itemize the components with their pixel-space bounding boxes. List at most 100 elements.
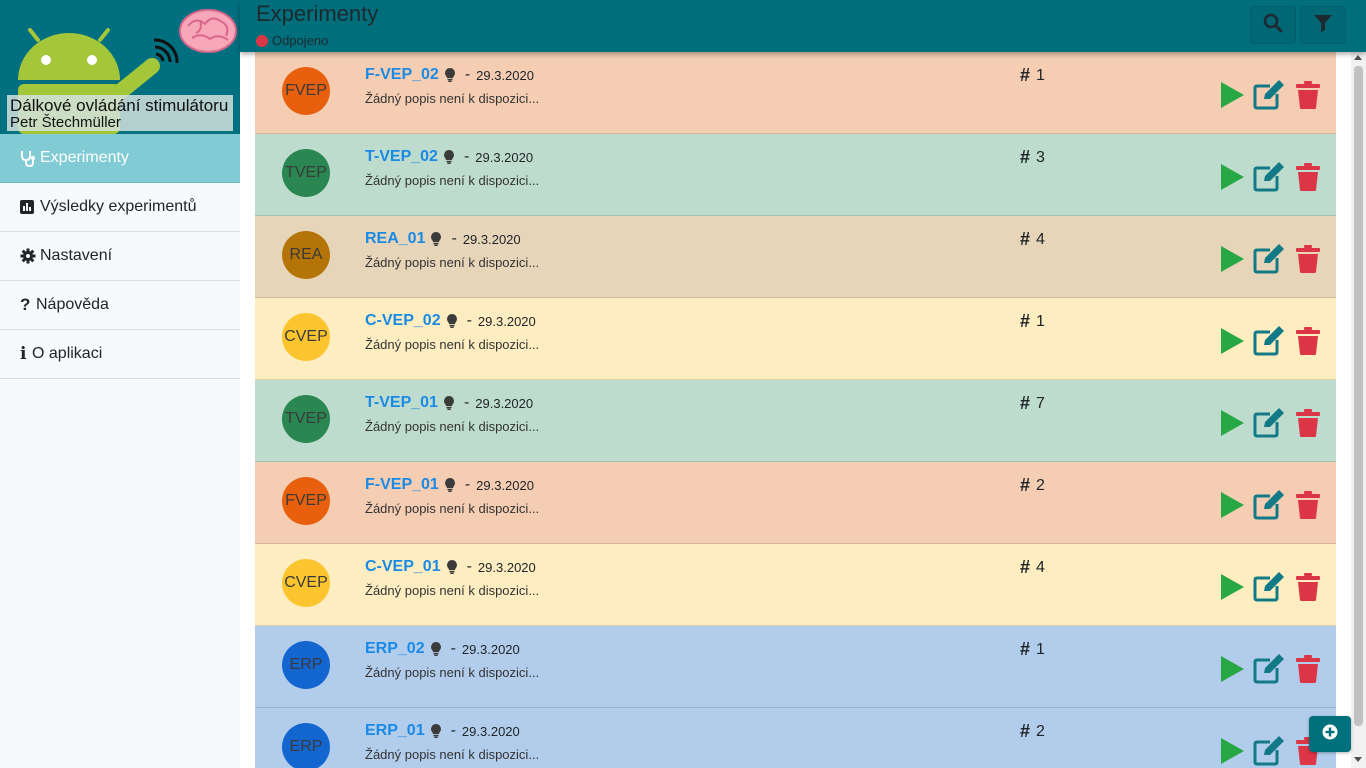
sidebar-item-label: Nápověda — [36, 296, 109, 313]
sidebar-item-about[interactable]: i O aplikaci — [0, 330, 240, 379]
experiment-row[interactable]: REA REA_01 - 29.3.2020 Žádný popis není … — [255, 216, 1336, 298]
sidebar-item-label: Výsledky experimentů — [40, 198, 197, 215]
edit-experiment-button[interactable] — [1253, 407, 1285, 443]
delete-experiment-button[interactable] — [1294, 326, 1322, 360]
run-experiment-button[interactable] — [1218, 491, 1246, 522]
scroll-thumb[interactable] — [1354, 66, 1363, 726]
hash-icon: # — [1020, 147, 1031, 167]
experiment-output-count: # 1 — [1020, 639, 1045, 660]
lightbulb-icon — [446, 314, 457, 328]
delete-experiment-button[interactable] — [1294, 244, 1322, 276]
experiment-output-count: # 2 — [1020, 721, 1045, 742]
trash-icon — [1296, 326, 1320, 360]
delete-experiment-button[interactable] — [1294, 408, 1322, 440]
experiment-date: 29.3.2020 — [461, 723, 520, 739]
experiment-name-line: F-VEP_01 - 29.3.2020 — [365, 476, 534, 494]
hash-icon: # — [1020, 557, 1031, 577]
delete-experiment-button[interactable] — [1294, 162, 1322, 194]
experiment-output-count: # 4 — [1020, 229, 1045, 250]
top-app-bar: Experimenty Odpojeno — [240, 0, 1366, 52]
experiment-row[interactable]: FVEP F-VEP_02 - 29.3.2020 Žádný popis ne… — [255, 52, 1336, 134]
sidebar-item-label: Experimenty — [40, 149, 129, 166]
run-experiment-button[interactable] — [1218, 163, 1246, 194]
edit-experiment-button[interactable] — [1253, 571, 1285, 607]
experiment-output-count: # 1 — [1020, 311, 1045, 332]
status-dot-icon — [256, 34, 268, 47]
experiment-name-line: ERP_02 - 29.3.2020 — [365, 640, 520, 658]
play-icon — [1219, 573, 1245, 606]
trash-icon — [1296, 654, 1320, 688]
name-separator: - — [466, 558, 472, 575]
experiment-name-link[interactable]: REA_01 — [365, 230, 425, 248]
run-experiment-button[interactable] — [1218, 81, 1246, 114]
experiment-row[interactable]: TVEP T-VEP_01 - 29.3.2020 Žádný popis ne… — [255, 380, 1336, 462]
experiment-count-value: 1 — [1036, 66, 1045, 84]
experiment-type-avatar: TVEP — [282, 149, 330, 197]
sidebar-item-label: O aplikaci — [32, 345, 103, 362]
experiment-row[interactable]: FVEP F-VEP_01 - 29.3.2020 Žádný popis ne… — [255, 462, 1336, 544]
filter-button[interactable] — [1300, 6, 1346, 44]
experiment-row[interactable]: CVEP C-VEP_02 - 29.3.2020 Žádný popis ne… — [255, 298, 1336, 380]
lightbulb-icon — [430, 642, 441, 656]
delete-experiment-button[interactable] — [1294, 654, 1322, 688]
experiment-name-link[interactable]: C-VEP_02 — [365, 312, 441, 330]
experiment-output-count: # 7 — [1020, 393, 1045, 414]
play-icon — [1219, 81, 1245, 114]
experiment-count-value: 3 — [1036, 148, 1045, 166]
experiment-name-link[interactable]: ERP_02 — [365, 640, 425, 658]
play-icon — [1219, 245, 1245, 278]
add-experiment-button[interactable] — [1309, 716, 1351, 752]
experiment-description: Žádný popis není k dispozici... — [365, 173, 540, 188]
experiment-description: Žádný popis není k dispozici... — [365, 255, 540, 270]
edit-experiment-button[interactable] — [1253, 243, 1284, 276]
sidebar-item-results[interactable]: Výsledky experimentů — [0, 183, 240, 232]
experiment-type-label: REA — [289, 246, 323, 263]
lightbulb-icon — [444, 68, 455, 82]
sidebar-header-caption: Dálkové ovládání stimulátoru Petr Štechm… — [7, 95, 233, 131]
trash-icon — [1296, 572, 1320, 606]
edit-experiment-button[interactable] — [1253, 735, 1284, 768]
search-button[interactable] — [1250, 6, 1296, 44]
sidebar-item-experiments[interactable]: Experimenty — [0, 134, 240, 183]
run-experiment-button[interactable] — [1218, 327, 1246, 358]
scrollbar[interactable] — [1351, 52, 1366, 768]
experiment-row[interactable]: TVEP T-VEP_02 - 29.3.2020 Žádný popis ne… — [255, 134, 1336, 216]
trash-icon — [1296, 490, 1320, 524]
run-experiment-button[interactable] — [1218, 655, 1246, 686]
experiment-name-link[interactable]: ERP_01 — [365, 722, 425, 740]
experiment-row[interactable]: ERP ERP_01 - 29.3.2020 Žádný popis není … — [255, 708, 1336, 768]
delete-experiment-button[interactable] — [1294, 490, 1322, 524]
delete-experiment-button[interactable] — [1294, 80, 1322, 112]
sidebar-item-help[interactable]: ? Nápověda — [0, 281, 240, 330]
experiment-name-link[interactable]: F-VEP_02 — [365, 66, 439, 84]
sidebar-item-settings[interactable]: Nastavení — [0, 232, 240, 281]
experiment-name-link[interactable]: C-VEP_01 — [365, 558, 441, 576]
experiment-description: Žádný popis není k dispozici... — [365, 337, 540, 352]
app-title: Dálkové ovládání stimulátoru — [10, 96, 229, 115]
plus-circle-icon — [1322, 724, 1338, 745]
experiment-row[interactable]: CVEP C-VEP_01 - 29.3.2020 Žádný popis ne… — [255, 544, 1336, 626]
experiment-name-line: ERP_01 - 29.3.2020 — [365, 722, 520, 740]
experiment-description: Žádný popis není k dispozici... — [365, 91, 540, 106]
lightbulb-icon — [444, 150, 454, 164]
scroll-up-arrow[interactable] — [1354, 55, 1362, 60]
edit-experiment-button[interactable] — [1253, 489, 1284, 522]
run-experiment-button[interactable] — [1218, 573, 1246, 606]
experiment-name-link[interactable]: T-VEP_02 — [365, 148, 438, 166]
delete-experiment-button[interactable] — [1294, 572, 1322, 606]
run-experiment-button[interactable] — [1218, 737, 1246, 768]
edit-experiment-button[interactable] — [1253, 325, 1284, 358]
scroll-down-arrow[interactable] — [1354, 757, 1362, 762]
edit-icon — [1253, 571, 1285, 607]
lightbulb-icon — [430, 724, 441, 738]
edit-experiment-button[interactable] — [1253, 79, 1284, 112]
edit-experiment-button[interactable] — [1253, 653, 1284, 686]
experiment-name-link[interactable]: T-VEP_01 — [365, 394, 438, 412]
experiment-name-link[interactable]: F-VEP_01 — [365, 476, 439, 494]
edit-icon — [1253, 407, 1285, 443]
search-icon — [1263, 13, 1283, 38]
run-experiment-button[interactable] — [1218, 245, 1246, 278]
edit-experiment-button[interactable] — [1253, 161, 1284, 194]
run-experiment-button[interactable] — [1218, 409, 1246, 440]
experiment-row[interactable]: ERP ERP_02 - 29.3.2020 Žádný popis není … — [255, 626, 1336, 708]
